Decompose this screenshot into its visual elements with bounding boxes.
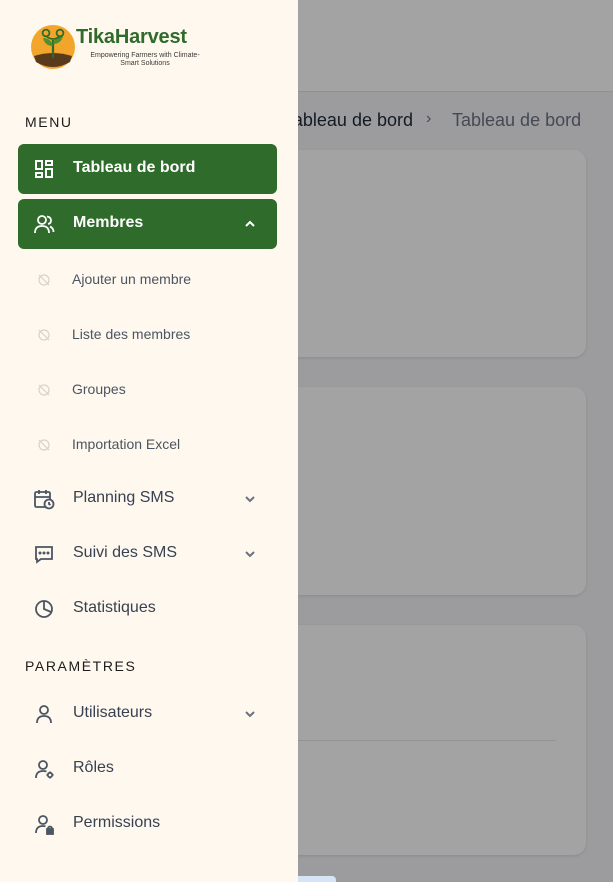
submenu-item-groups[interactable]: Groupes <box>18 369 277 409</box>
submenu-item-label: Liste des membres <box>72 326 191 342</box>
sidebar-item-dashboard[interactable]: Tableau de bord <box>18 144 277 194</box>
brand-logo[interactable]: TikaHarvest Empowering Farmers with Clim… <box>30 22 200 76</box>
users-icon <box>34 215 55 234</box>
sidebar-item-label: Permissions <box>73 814 161 831</box>
menu-section-title: MENU <box>25 114 73 130</box>
sidebar-item-statistics[interactable]: Statistiques <box>18 584 277 634</box>
submenu-item-excel-import[interactable]: Importation Excel <box>18 424 277 464</box>
calendar-clock-icon <box>34 490 55 510</box>
message-dots-icon <box>35 546 53 564</box>
sidebar-item-label: Planning SMS <box>73 489 175 506</box>
user-icon <box>36 705 52 724</box>
eye-off-icon <box>38 329 50 341</box>
sidebar-item-label: Utilisateurs <box>73 704 153 721</box>
brand-tagline: Empowering Farmers with Climate-Smart So… <box>90 52 200 67</box>
eye-off-icon <box>38 274 50 286</box>
submenu-item-label: Importation Excel <box>72 436 181 452</box>
submenu-item-members-list[interactable]: Liste des membres <box>18 314 277 354</box>
submenu-item-add-member[interactable]: Ajouter un membre <box>18 259 277 299</box>
submenu-item-label: Ajouter un membre <box>72 271 192 287</box>
sidebar-item-sms-tracking[interactable]: Suivi des SMS <box>18 529 277 579</box>
user-gear-icon <box>35 760 54 779</box>
sidebar-item-label: Rôles <box>73 759 114 776</box>
chevron-down-icon[interactable] <box>242 546 258 562</box>
pie-chart-icon <box>35 600 53 618</box>
chevron-up-icon[interactable] <box>242 216 258 232</box>
user-lock-icon <box>35 815 54 835</box>
sidebar-item-label: Suivi des SMS <box>73 544 178 561</box>
eye-off-icon <box>38 384 50 396</box>
sidebar-item-label: Statistiques <box>73 599 156 616</box>
chevron-down-icon[interactable] <box>242 491 258 507</box>
sidebar-item-label: Tableau de bord <box>73 159 196 176</box>
sidebar-item-sms-planning[interactable]: Planning SMS <box>18 474 277 524</box>
dashboard-icon <box>35 160 53 178</box>
sidebar-item-permissions[interactable]: Permissions <box>18 799 277 849</box>
submenu-item-label: Groupes <box>72 381 126 397</box>
brand-name: TikaHarvest <box>76 26 187 48</box>
sidebar-item-users[interactable]: Utilisateurs <box>18 689 277 739</box>
sidebar: TikaHarvest Empowering Farmers with Clim… <box>0 0 298 882</box>
sidebar-item-roles[interactable]: Rôles <box>18 744 277 794</box>
chevron-down-icon[interactable] <box>242 706 258 722</box>
sidebar-item-label: Membres <box>73 214 144 231</box>
settings-section-title: PARAMÈTRES <box>25 658 137 674</box>
eye-off-icon <box>38 439 50 451</box>
plant-logo-icon <box>31 25 75 69</box>
sidebar-item-members[interactable]: Membres <box>18 199 277 249</box>
